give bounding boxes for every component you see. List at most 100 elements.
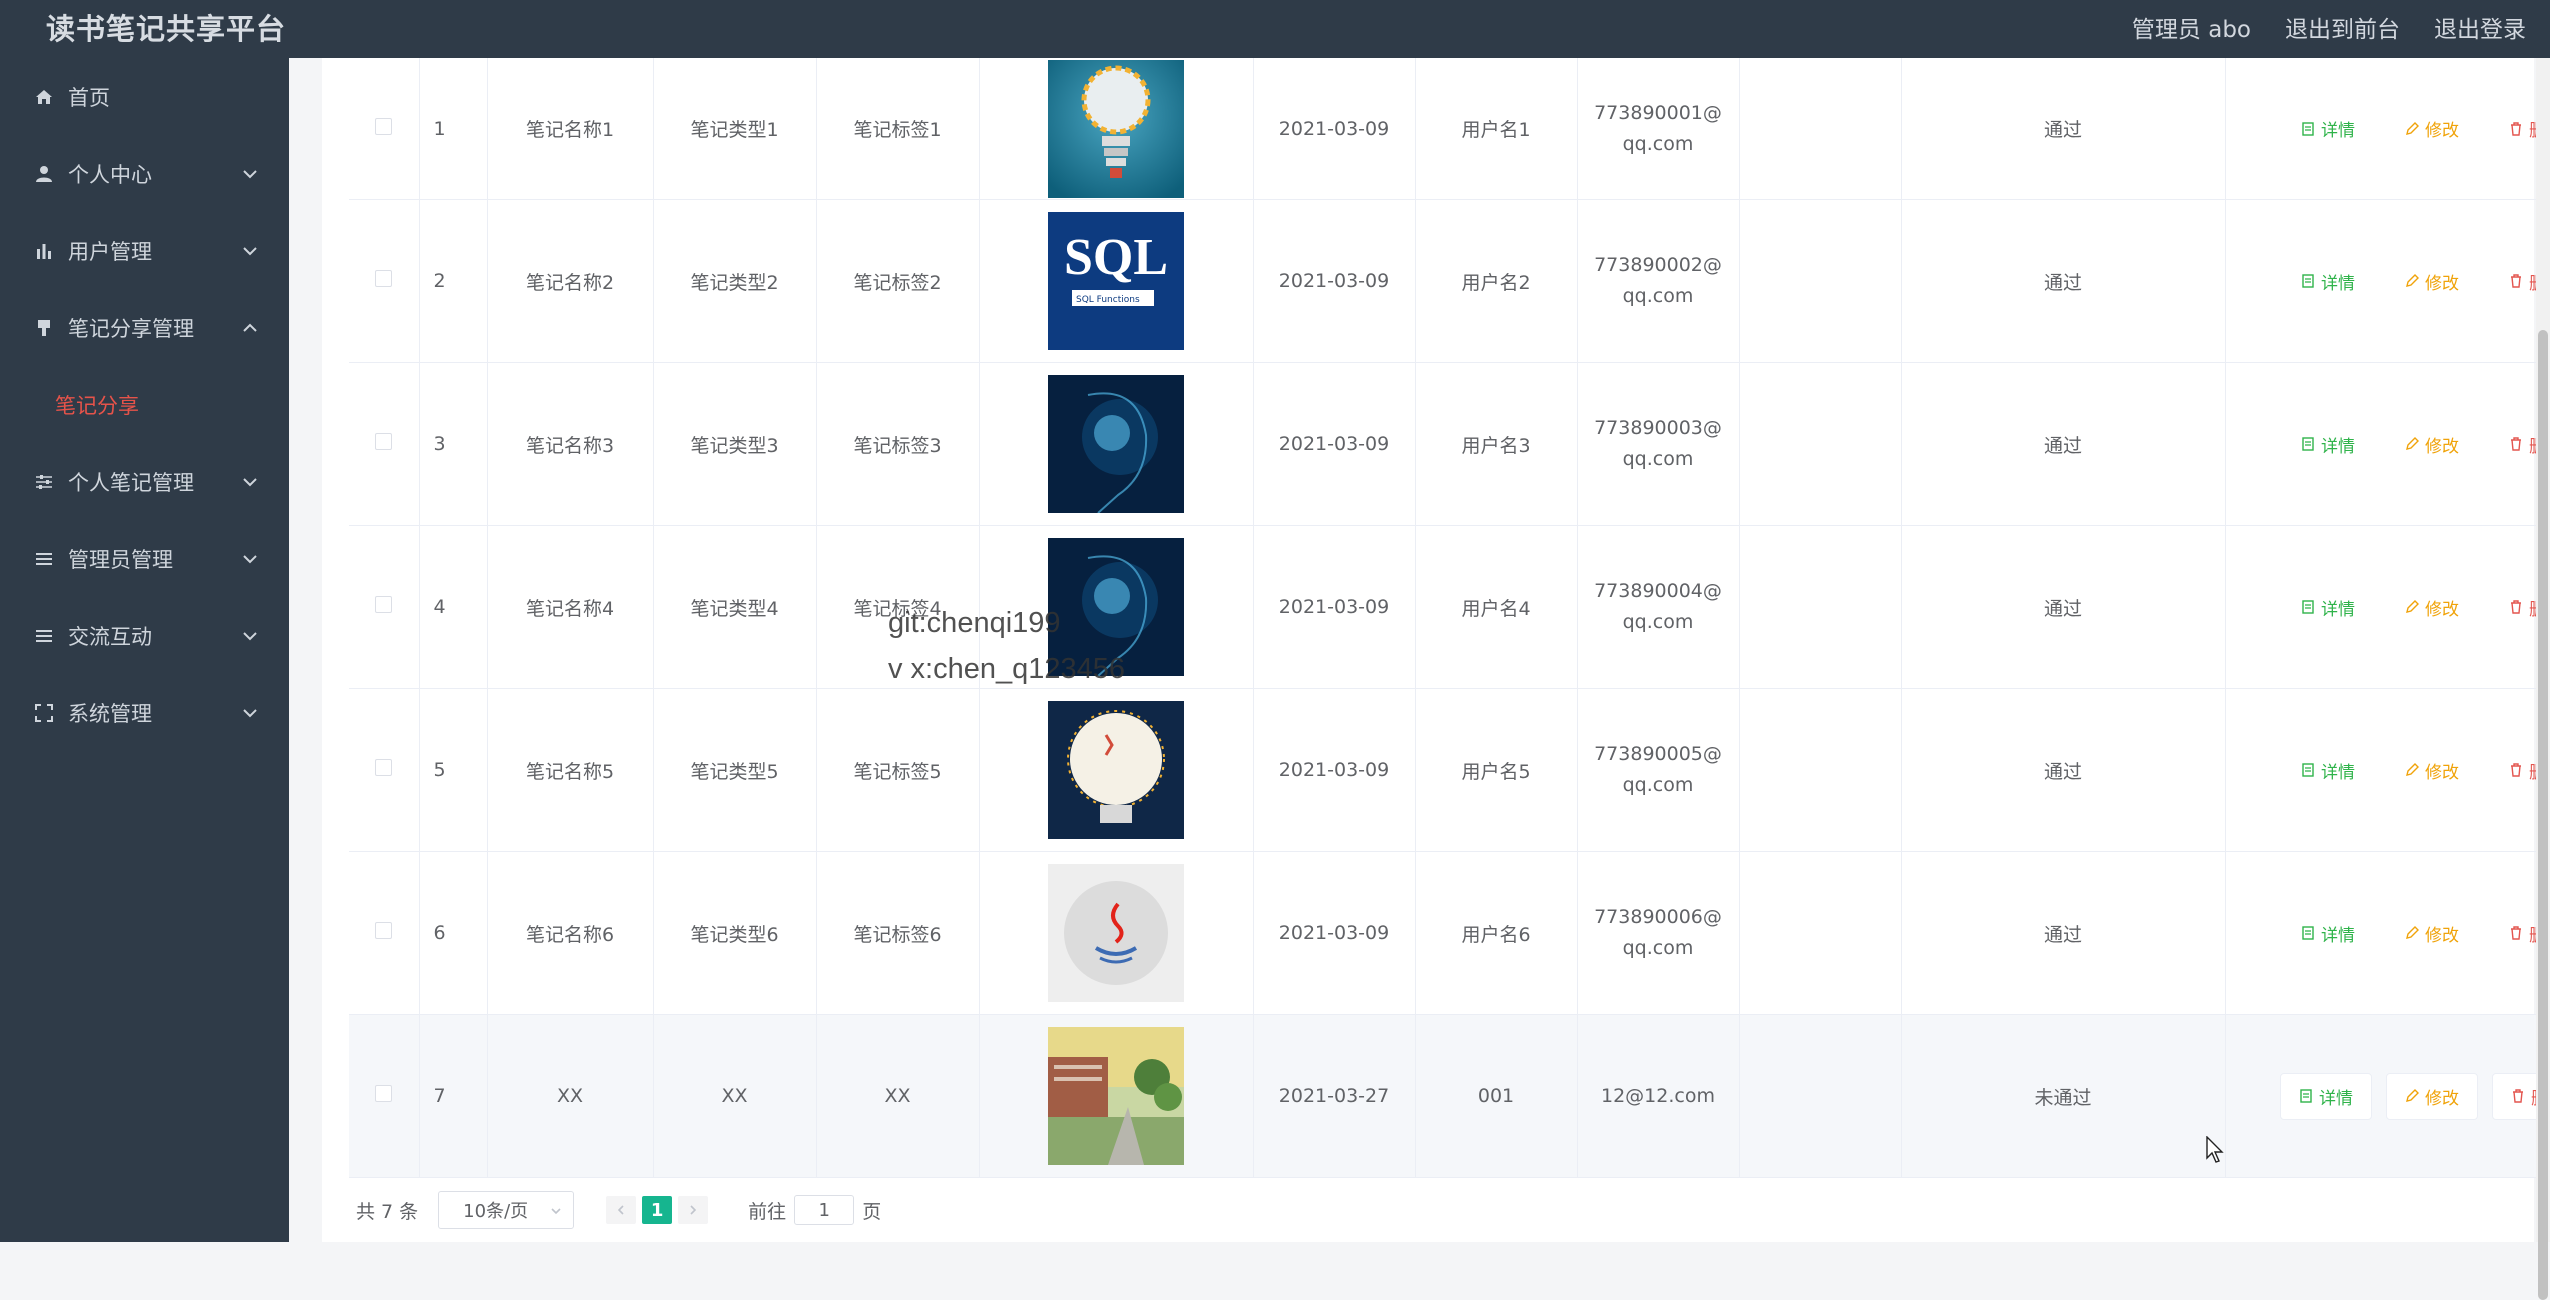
detail-button[interactable]: 详情	[2283, 748, 2373, 793]
row-checkbox[interactable]	[375, 596, 393, 613]
goto-page-input[interactable]	[794, 1195, 855, 1225]
row-actions: 详情修改删除	[2225, 199, 2550, 363]
row-actions: 详情修改删除	[2225, 362, 2550, 526]
to-frontend-link[interactable]: 退出到前台	[2285, 10, 2400, 44]
row-select-cell	[349, 362, 420, 526]
edit-button[interactable]: 修改	[2387, 585, 2477, 630]
note-image-cell: SQL SQL Functions	[979, 199, 1254, 363]
trash-icon	[2513, 1089, 2523, 1103]
edit-button[interactable]: 修改	[2387, 422, 2477, 467]
empty-cell	[1739, 1014, 1902, 1178]
table-row: 4 笔记名称4 笔记类型4 笔记标签4 2021-03-09 用户名4 773890004@…	[349, 525, 2550, 689]
empty-cell	[1739, 58, 1902, 200]
edit-button[interactable]: 修改	[2387, 106, 2477, 151]
sidebar-item-label: 个人中心	[68, 162, 152, 187]
note-type: 笔记类型1	[653, 58, 817, 200]
row-checkbox[interactable]	[375, 433, 393, 450]
note-cover-image	[1048, 59, 1184, 198]
sidebar-item-home[interactable]: 首页	[0, 58, 289, 135]
note-date: 2021-03-09	[1253, 58, 1416, 200]
detail-button[interactable]: 详情	[2283, 422, 2373, 467]
sidebar-item-admin-management[interactable]: 管理员管理	[0, 520, 289, 597]
row-actions: 详情修改删除	[2225, 525, 2550, 689]
chevron-down-icon	[243, 631, 257, 640]
detail-button[interactable]: 详情	[2283, 911, 2373, 956]
page-number[interactable]: 1	[642, 1196, 673, 1224]
fullscreen-icon	[34, 703, 54, 723]
detail-button[interactable]: 详情	[2283, 106, 2373, 151]
next-page-button[interactable]	[678, 1196, 709, 1224]
sidebar-item-note-share-management[interactable]: 笔记分享管理	[0, 289, 289, 366]
note-name: 笔记名称3	[487, 362, 654, 526]
sidebar-subitem-note-share[interactable]: 笔记分享	[0, 366, 289, 443]
note-cover-image	[1048, 864, 1184, 1002]
scrollbar-thumb[interactable]	[2538, 330, 2548, 1300]
detail-label: 详情	[2321, 925, 2355, 946]
chevron-down-icon	[243, 169, 257, 178]
detail-button[interactable]: 详情	[2280, 1072, 2372, 1120]
note-name: 笔记名称6	[487, 851, 654, 1015]
note-cover-image	[1048, 1027, 1184, 1165]
note-email-cell: 773890001@ qq.com	[1577, 58, 1740, 200]
detail-button[interactable]: 详情	[2283, 259, 2373, 304]
detail-button[interactable]: 详情	[2283, 585, 2373, 630]
scrollbar[interactable]	[2536, 58, 2550, 1300]
page-size-select[interactable]: 10条/页	[438, 1191, 575, 1229]
sidebar-item-personal-notes[interactable]: 个人笔记管理	[0, 443, 289, 520]
edit-button[interactable]: 修改	[2387, 748, 2477, 793]
app-title: 读书笔记共享平台	[46, 12, 287, 46]
edit-button[interactable]: 修改	[2387, 259, 2477, 304]
edit-label: 修改	[2425, 121, 2459, 141]
admin-name[interactable]: 管理员 abo	[2132, 10, 2251, 44]
sidebar-item-label: 管理员管理	[68, 547, 173, 572]
bar-chart-icon	[34, 241, 54, 261]
empty-cell	[1739, 851, 1902, 1015]
note-email-cell: 773890004@ qq.com	[1577, 525, 1740, 689]
note-date: 2021-03-09	[1253, 851, 1416, 1015]
note-date: 2021-03-09	[1253, 688, 1416, 852]
row-select-cell	[349, 199, 420, 363]
detail-label: 详情	[2321, 599, 2355, 620]
note-name: XX	[487, 1014, 654, 1178]
trash-icon	[2511, 437, 2521, 451]
chevron-down-icon	[243, 477, 257, 486]
prev-page-button[interactable]	[606, 1196, 637, 1224]
pencil-icon	[2406, 437, 2419, 450]
note-type: 笔记类型5	[653, 688, 817, 852]
sidebar-item-label: 用户管理	[68, 239, 152, 264]
edit-button[interactable]: 修改	[2386, 1072, 2478, 1120]
row-checkbox[interactable]	[375, 759, 393, 776]
row-index: 4	[419, 525, 488, 689]
sidebar-item-personal-center[interactable]: 个人中心	[0, 135, 289, 212]
row-checkbox[interactable]	[375, 270, 393, 287]
sidebar-item-interaction[interactable]: 交流互动	[0, 597, 289, 674]
logout-link[interactable]: 退出登录	[2434, 10, 2526, 44]
row-checkbox[interactable]	[375, 1085, 393, 1102]
top-nav: 管理员 abo 退出到前台 退出登录	[2132, 10, 2526, 44]
chevron-right-icon	[690, 1205, 697, 1215]
detail-label: 详情	[2321, 273, 2355, 294]
table-row: 3 笔记名称3 笔记类型3 笔记标签3 2021-03-09 用户名3 773890003@…	[349, 362, 2550, 526]
row-select-cell	[349, 688, 420, 852]
pencil-icon	[2406, 1089, 2419, 1102]
sidebar-item-user-management[interactable]: 用户管理	[0, 212, 289, 289]
row-checkbox[interactable]	[375, 117, 393, 135]
note-image-cell	[979, 58, 1254, 200]
trash-icon	[2511, 600, 2521, 614]
watermark-line: git:chenqi199	[888, 607, 1061, 639]
note-email-cell: 773890006@ qq.com	[1577, 851, 1740, 1015]
document-icon	[2300, 1089, 2312, 1103]
note-tag: 笔记标签5	[816, 688, 980, 852]
review-status: 通过	[1901, 688, 2226, 852]
note-email: 12@12.com	[1601, 1084, 1715, 1107]
notes-table: 1 笔记名称1 笔记类型1 笔记标签1 2021-03-09 用户名1 773890001@…	[349, 58, 2550, 1178]
note-email-domain: qq.com	[1622, 448, 1694, 470]
edit-button[interactable]: 修改	[2387, 911, 2477, 956]
note-type: 笔记类型6	[653, 851, 817, 1015]
row-checkbox[interactable]	[375, 922, 393, 939]
note-email: 773890003@	[1594, 417, 1722, 439]
note-email-cell: 773890003@ qq.com	[1577, 362, 1740, 526]
detail-label: 详情	[2321, 121, 2355, 141]
sidebar-item-system-management[interactable]: 系统管理	[0, 674, 289, 751]
chevron-down-icon	[243, 708, 257, 717]
